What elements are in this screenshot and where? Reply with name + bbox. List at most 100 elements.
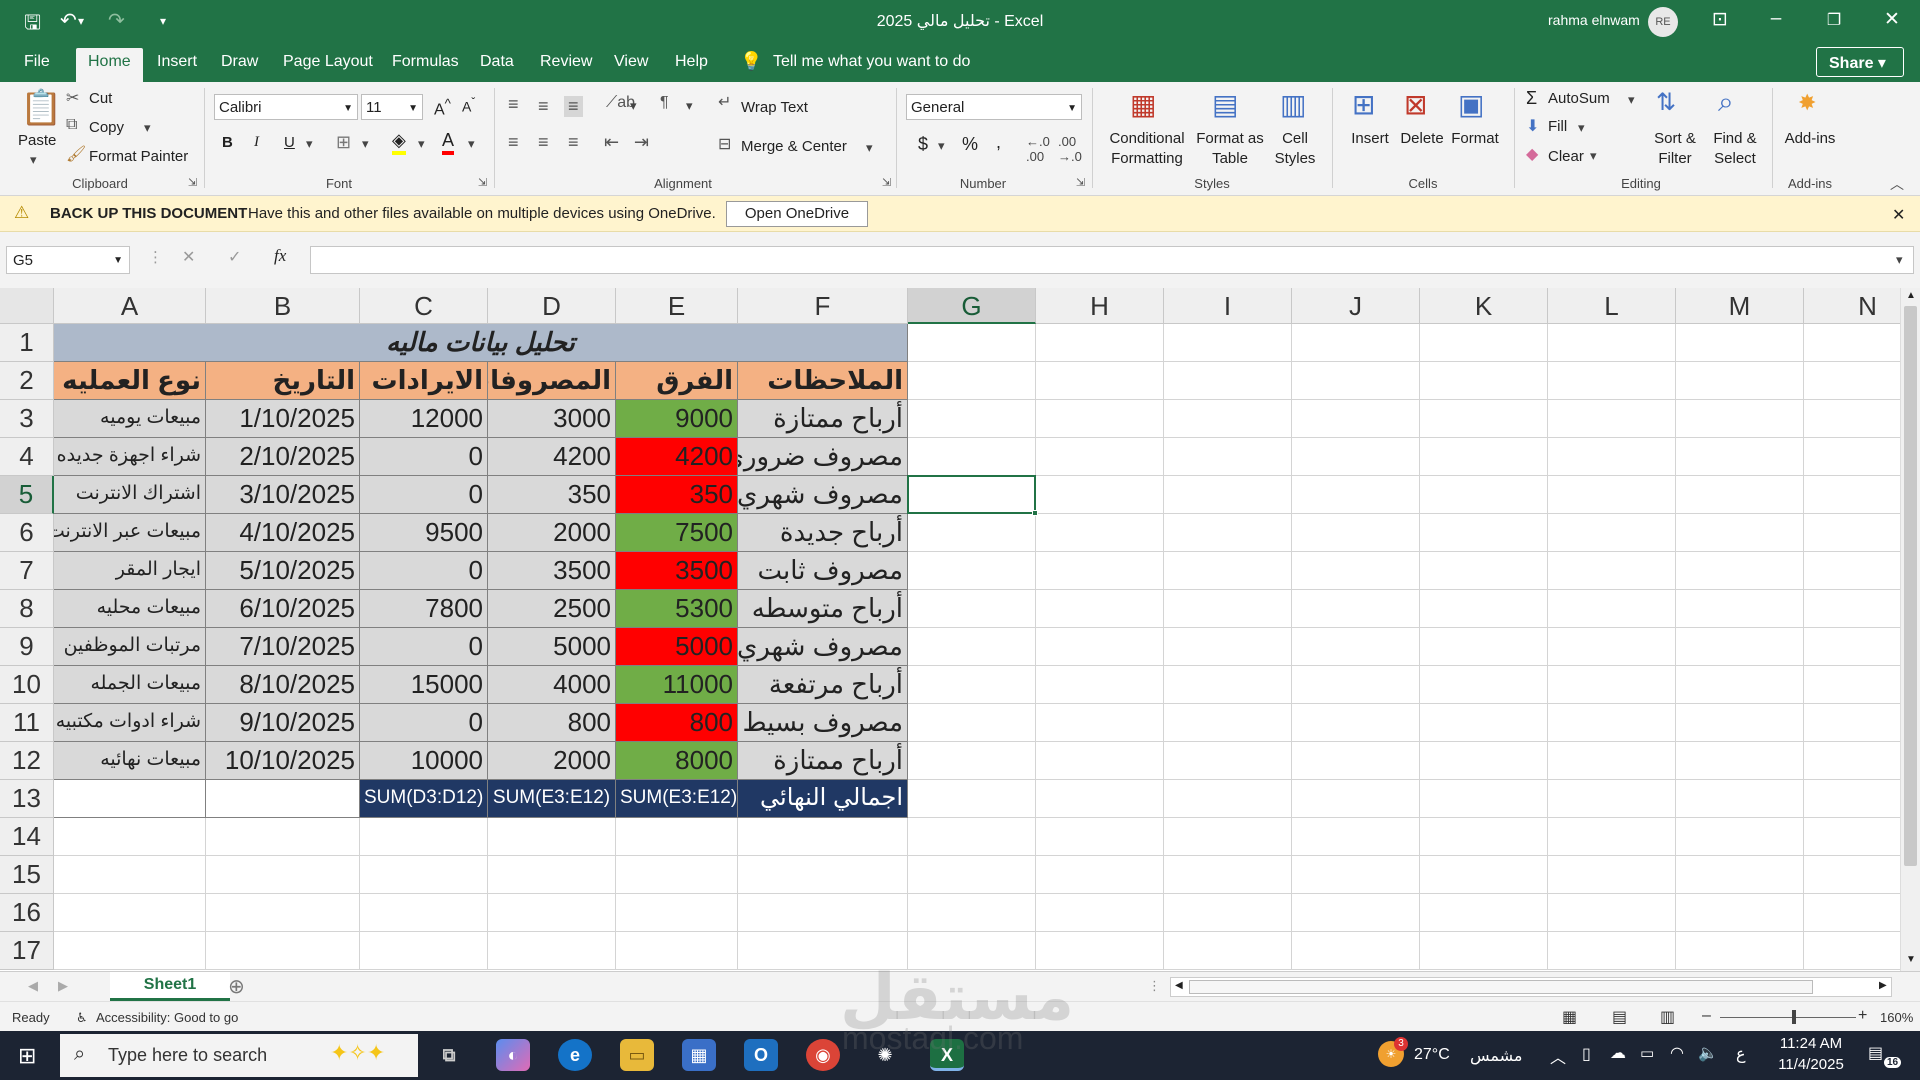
cell[interactable] bbox=[1676, 856, 1804, 894]
cell[interactable] bbox=[1164, 590, 1292, 628]
cell[interactable] bbox=[1036, 438, 1164, 476]
cell[interactable] bbox=[1164, 400, 1292, 438]
cell[interactable] bbox=[908, 932, 1036, 970]
onedrive-icon[interactable]: ☁ bbox=[1610, 1043, 1626, 1063]
sort-filter-icon[interactable]: ⇅ bbox=[1656, 88, 1676, 117]
cell[interactable] bbox=[1164, 628, 1292, 666]
device-icon[interactable]: ▯ bbox=[1582, 1044, 1591, 1064]
cell[interactable] bbox=[1420, 780, 1548, 818]
cell[interactable] bbox=[1164, 856, 1292, 894]
share-button[interactable]: Share ▾ bbox=[1816, 47, 1904, 77]
paste-icon[interactable]: 📋 bbox=[20, 88, 62, 128]
cell[interactable] bbox=[1804, 818, 1900, 856]
select-all-corner[interactable] bbox=[0, 288, 54, 324]
underline-icon[interactable]: U bbox=[284, 134, 295, 151]
cell[interactable] bbox=[738, 818, 908, 856]
cell[interactable] bbox=[360, 818, 488, 856]
cell[interactable] bbox=[1292, 590, 1420, 628]
cell[interactable] bbox=[1292, 628, 1420, 666]
cell[interactable] bbox=[1548, 704, 1676, 742]
cell[interactable] bbox=[1292, 552, 1420, 590]
cell[interactable] bbox=[206, 818, 360, 856]
cell[interactable] bbox=[54, 894, 206, 932]
cell[interactable] bbox=[1548, 324, 1676, 362]
cell[interactable] bbox=[1804, 704, 1900, 742]
font-color-icon[interactable]: A bbox=[442, 130, 455, 155]
cell[interactable] bbox=[1036, 476, 1164, 514]
insert-cells-icon[interactable]: ⊞ bbox=[1352, 88, 1375, 121]
total-cell[interactable] bbox=[206, 780, 360, 818]
date-cell[interactable]: 1/10/2025 bbox=[206, 400, 360, 438]
middle-align-icon[interactable]: ≡ bbox=[538, 96, 549, 117]
cell[interactable] bbox=[1804, 438, 1900, 476]
date-cell[interactable]: 8/10/2025 bbox=[206, 666, 360, 704]
operation-type-cell[interactable]: مبيعات محليه bbox=[54, 590, 206, 628]
weather-description[interactable]: مشمس bbox=[1470, 1046, 1523, 1066]
difference-cell[interactable]: 8000 bbox=[616, 742, 738, 780]
column-header-l[interactable]: L bbox=[1548, 288, 1676, 324]
excel-taskbar-icon[interactable]: X bbox=[930, 1039, 964, 1071]
format-as-table-button[interactable]: Format as bbox=[1190, 130, 1270, 147]
cell[interactable] bbox=[1676, 780, 1804, 818]
cell[interactable] bbox=[1036, 324, 1164, 362]
cell[interactable] bbox=[54, 856, 206, 894]
font-size-select[interactable]: 11 ▼ bbox=[361, 94, 423, 120]
chatgpt-icon[interactable]: ✺ bbox=[868, 1039, 902, 1071]
cell[interactable] bbox=[1548, 894, 1676, 932]
cell[interactable] bbox=[1164, 666, 1292, 704]
copy-button[interactable]: Copy bbox=[89, 119, 124, 136]
cell[interactable] bbox=[1420, 552, 1548, 590]
notes-cell[interactable]: مصروف بسيط bbox=[738, 704, 908, 742]
add-ins-icon[interactable]: ✸ bbox=[1798, 90, 1816, 116]
insert-cells-button[interactable]: Insert bbox=[1340, 130, 1400, 147]
outlook-icon[interactable]: O bbox=[744, 1039, 778, 1071]
cell[interactable] bbox=[908, 704, 1036, 742]
difference-cell[interactable]: 5000 bbox=[616, 628, 738, 666]
minimize-icon[interactable]: – bbox=[1764, 8, 1788, 30]
difference-cell[interactable]: 7500 bbox=[616, 514, 738, 552]
cell[interactable] bbox=[1676, 704, 1804, 742]
column-header-j[interactable]: J bbox=[1292, 288, 1420, 324]
accessibility-status[interactable]: Accessibility: Good to go bbox=[96, 1010, 238, 1025]
column-header-c[interactable]: C bbox=[360, 288, 488, 324]
operation-type-cell[interactable]: شراء اجهزة جديده bbox=[54, 438, 206, 476]
cell[interactable] bbox=[1036, 742, 1164, 780]
cell[interactable] bbox=[1676, 628, 1804, 666]
cell[interactable] bbox=[1548, 438, 1676, 476]
cell[interactable] bbox=[1420, 818, 1548, 856]
cell[interactable] bbox=[1676, 552, 1804, 590]
font-color-dropdown-icon[interactable]: ▾ bbox=[468, 136, 475, 152]
cell[interactable] bbox=[1548, 818, 1676, 856]
cell[interactable] bbox=[206, 932, 360, 970]
row-header-7[interactable]: 7 bbox=[0, 552, 54, 590]
cell[interactable] bbox=[616, 818, 738, 856]
cell[interactable] bbox=[1036, 894, 1164, 932]
cell[interactable] bbox=[1676, 666, 1804, 704]
copy-dropdown-icon[interactable]: ▾ bbox=[144, 120, 151, 136]
conditional-formatting-icon[interactable]: ▦ bbox=[1130, 88, 1156, 121]
open-onedrive-button[interactable]: Open OneDrive bbox=[726, 201, 868, 227]
battery-icon[interactable]: ▭ bbox=[1640, 1044, 1654, 1062]
difference-cell[interactable]: 11000 bbox=[616, 666, 738, 704]
total-cell[interactable]: SUM(D3:D12) bbox=[360, 780, 488, 818]
cell[interactable] bbox=[1036, 552, 1164, 590]
row-header-11[interactable]: 11 bbox=[0, 704, 54, 742]
align-left-icon[interactable]: ≡ bbox=[508, 132, 519, 153]
cell[interactable] bbox=[1292, 476, 1420, 514]
vertical-scroll-thumb[interactable] bbox=[1904, 306, 1917, 866]
date-cell[interactable]: 3/10/2025 bbox=[206, 476, 360, 514]
cell[interactable] bbox=[1164, 780, 1292, 818]
revenue-cell[interactable]: 7800 bbox=[360, 590, 488, 628]
cell[interactable] bbox=[1676, 932, 1804, 970]
cell[interactable] bbox=[908, 818, 1036, 856]
row-header-9[interactable]: 9 bbox=[0, 628, 54, 666]
input-language[interactable]: ع bbox=[1736, 1044, 1746, 1064]
expense-cell[interactable]: 2500 bbox=[488, 590, 616, 628]
percent-icon[interactable]: % bbox=[962, 134, 978, 155]
page-break-view-icon[interactable]: ▥ bbox=[1660, 1007, 1675, 1027]
cell[interactable] bbox=[1548, 552, 1676, 590]
date-cell[interactable]: 10/10/2025 bbox=[206, 742, 360, 780]
horizontal-scrollbar[interactable]: ◀ ▶ bbox=[1170, 977, 1892, 997]
cell[interactable] bbox=[1164, 818, 1292, 856]
autosum-dropdown-icon[interactable]: ▾ bbox=[1628, 92, 1635, 108]
